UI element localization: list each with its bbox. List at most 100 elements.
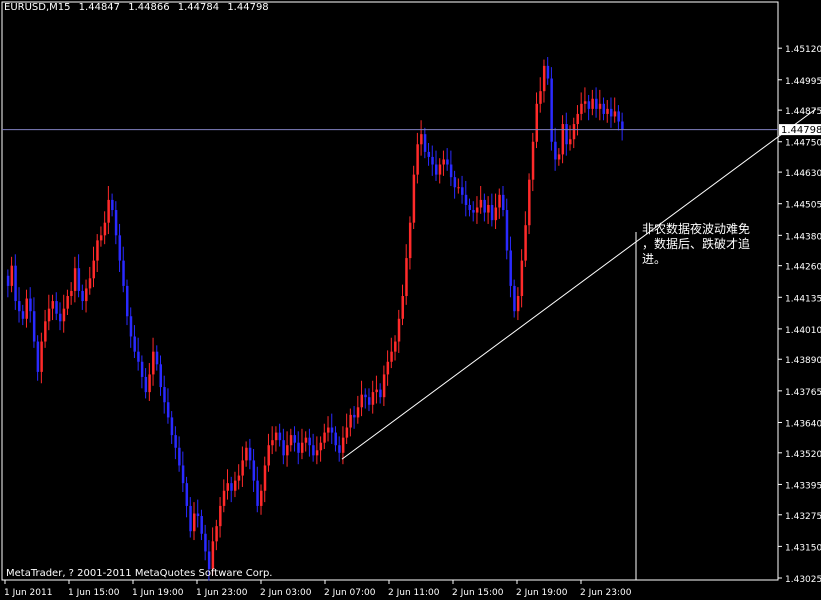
candle-body[interactable] — [453, 177, 457, 188]
candle-body[interactable] — [621, 121, 624, 130]
candle-body[interactable] — [36, 341, 40, 372]
candle-body[interactable] — [528, 179, 531, 226]
candle-body[interactable] — [360, 394, 364, 408]
candle-body[interactable] — [438, 164, 442, 175]
candle-body[interactable] — [77, 268, 81, 291]
candle-body[interactable] — [416, 144, 419, 175]
candle-body[interactable] — [531, 141, 535, 180]
candle-body[interactable] — [163, 387, 166, 403]
candle-body[interactable] — [509, 250, 512, 286]
candle-body[interactable] — [371, 392, 375, 405]
candle-body[interactable] — [122, 260, 125, 286]
candle-body[interactable] — [189, 505, 192, 532]
candle-body[interactable] — [260, 490, 263, 506]
candle-body[interactable] — [356, 407, 360, 418]
candle-body[interactable] — [40, 341, 43, 372]
candle-body[interactable] — [561, 124, 565, 155]
candle-body[interactable] — [111, 199, 114, 211]
candle-body[interactable] — [315, 450, 319, 456]
candle-body[interactable] — [222, 490, 226, 506]
candle-body[interactable] — [252, 460, 256, 481]
candle-body[interactable] — [14, 265, 17, 302]
candle-body[interactable] — [397, 318, 401, 342]
candle-body[interactable] — [293, 435, 297, 443]
candle-body[interactable] — [442, 159, 445, 165]
candle-body[interactable] — [148, 374, 151, 393]
candle-body[interactable] — [327, 427, 330, 433]
candle-body[interactable] — [289, 435, 293, 446]
candle-body[interactable] — [185, 483, 189, 506]
candle-body[interactable] — [613, 111, 617, 117]
candle-body[interactable] — [274, 432, 278, 441]
candle-body[interactable] — [96, 240, 99, 261]
candle-body[interactable] — [338, 445, 341, 453]
candle-body[interactable] — [256, 480, 259, 506]
candle-body[interactable] — [207, 551, 211, 570]
candle-body[interactable] — [386, 361, 390, 375]
candle-body[interactable] — [32, 311, 36, 342]
candle-body[interactable] — [226, 483, 230, 491]
candle-body[interactable] — [170, 417, 174, 436]
candle-body[interactable] — [103, 222, 107, 236]
candle-body[interactable] — [129, 316, 133, 337]
candle-body[interactable] — [461, 187, 464, 195]
candle-body[interactable] — [263, 465, 267, 491]
candle-body[interactable] — [434, 164, 438, 175]
candle-body[interactable] — [81, 290, 84, 302]
candle-body[interactable] — [248, 447, 252, 461]
candle-body[interactable] — [408, 222, 412, 259]
candle-body[interactable] — [427, 151, 431, 157]
candle-body[interactable] — [308, 437, 311, 446]
candle-body[interactable] — [137, 351, 140, 362]
candle-body[interactable] — [88, 278, 92, 289]
candle-body[interactable] — [312, 445, 315, 456]
candle-body[interactable] — [133, 336, 136, 352]
candle-body[interactable] — [535, 103, 539, 142]
candle-body[interactable] — [479, 199, 483, 208]
candle-body[interactable] — [572, 124, 576, 140]
candle-body[interactable] — [367, 397, 371, 405]
candle-body[interactable] — [557, 154, 561, 160]
candle-body[interactable] — [66, 296, 69, 309]
candle-body[interactable] — [494, 207, 498, 221]
candle-body[interactable] — [546, 65, 550, 79]
candle-body[interactable] — [219, 505, 222, 527]
candle-body[interactable] — [516, 296, 520, 312]
candle-body[interactable] — [166, 402, 170, 418]
candle-body[interactable] — [490, 204, 494, 221]
candle-body[interactable] — [390, 351, 393, 362]
candle-body[interactable] — [524, 225, 527, 261]
candle-body[interactable] — [70, 290, 73, 297]
candle-body[interactable] — [580, 103, 583, 114]
candle-body[interactable] — [73, 268, 77, 291]
candle-body[interactable] — [591, 98, 594, 109]
candle-body[interactable] — [550, 78, 553, 142]
candle-body[interactable] — [475, 207, 479, 213]
candle-body[interactable] — [382, 374, 386, 398]
candle-body[interactable] — [58, 313, 62, 322]
candle-body[interactable] — [21, 311, 25, 319]
candle-body[interactable] — [233, 480, 237, 491]
candle-body[interactable] — [446, 159, 449, 165]
candle-body[interactable] — [107, 199, 110, 223]
candle-body[interactable] — [278, 432, 282, 441]
candle-body[interactable] — [152, 351, 155, 375]
candle-body[interactable] — [498, 194, 501, 208]
candle-body[interactable] — [319, 442, 323, 451]
candle-body[interactable] — [554, 141, 557, 160]
candle-body[interactable] — [55, 301, 58, 314]
candle-body[interactable] — [345, 427, 349, 438]
candle-body[interactable] — [375, 389, 378, 393]
candle-body[interactable] — [181, 465, 185, 484]
candle-body[interactable] — [18, 301, 21, 312]
candle-body[interactable] — [204, 533, 207, 552]
candle-body[interactable] — [118, 235, 122, 261]
candle-body[interactable] — [449, 164, 453, 178]
candle-body[interactable] — [420, 134, 423, 145]
candle-body[interactable] — [539, 91, 542, 104]
candle-body[interactable] — [487, 204, 490, 213]
candle-body[interactable] — [595, 98, 598, 109]
candle-body[interactable] — [598, 103, 602, 109]
candle-body[interactable] — [140, 361, 144, 377]
candle-body[interactable] — [606, 108, 609, 114]
